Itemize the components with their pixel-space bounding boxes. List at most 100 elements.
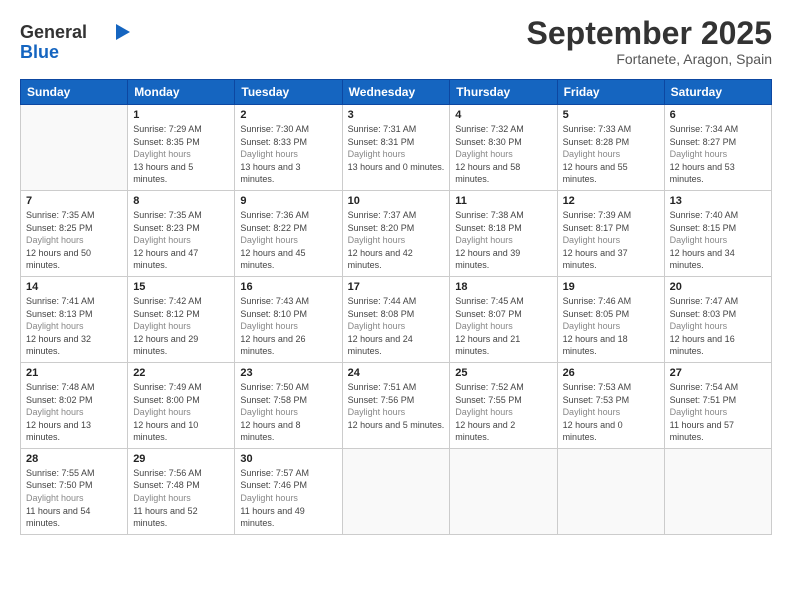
day-cell: 24Sunrise: 7:51 AMSunset: 7:56 PMDayligh… xyxy=(342,362,450,448)
day-info: Sunrise: 7:45 AMSunset: 8:07 PMDaylight … xyxy=(455,295,551,358)
day-cell: 6 Sunrise: 7:34 AMSunset: 8:27 PMDaylight… xyxy=(664,105,771,191)
day-number: 23 xyxy=(240,367,336,379)
day-number: 10 xyxy=(348,195,445,207)
day-cell: 12Sunrise: 7:39 AMSunset: 8:17 PMDayligh… xyxy=(557,190,664,276)
day-number: 21 xyxy=(26,367,122,379)
day-cell: 4Sunrise: 7:32 AMSunset: 8:30 PMDaylight… xyxy=(450,105,557,191)
day-cell: 5Sunrise: 7:33 AMSunset: 8:28 PMDaylight… xyxy=(557,105,664,191)
title-block: September 2025 Fortanete, Aragon, Spain xyxy=(527,16,772,67)
day-number: 9 xyxy=(240,195,336,207)
daylight-label: Daylight hours xyxy=(26,493,84,503)
weekday-thursday: Thursday xyxy=(450,80,557,105)
day-cell: 13Sunrise: 7:40 AMSunset: 8:15 PMDayligh… xyxy=(664,190,771,276)
day-cell: 22Sunrise: 7:49 AMSunset: 8:00 PMDayligh… xyxy=(128,362,235,448)
daylight-label: Daylight hours xyxy=(455,235,513,245)
weekday-friday: Friday xyxy=(557,80,664,105)
day-number: 16 xyxy=(240,281,336,293)
day-number: 30 xyxy=(240,453,336,465)
day-cell: 18 Sunrise: 7:45 AMSunset: 8:07 PMDayligh… xyxy=(450,276,557,362)
day-cell: 11Sunrise: 7:38 AMSunset: 8:18 PMDayligh… xyxy=(450,190,557,276)
day-cell: 28Sunrise: 7:55 AMSunset: 7:50 PMDayligh… xyxy=(21,448,128,534)
daylight-label: Daylight hours xyxy=(240,407,298,417)
daylight-label: Daylight hours xyxy=(563,407,621,417)
day-number: 25 xyxy=(455,367,551,379)
day-info: Sunrise: 7:43 AMSunset: 8:10 PMDaylight … xyxy=(240,295,336,358)
day-number: 20 xyxy=(670,281,766,293)
location: Fortanete, Aragon, Spain xyxy=(527,51,772,67)
day-info: Sunrise: 7:57 AMSunset: 7:46 PMDaylight … xyxy=(240,467,336,530)
day-cell: 1Sunrise: 7:29 AMSunset: 8:35 PMDaylight… xyxy=(128,105,235,191)
day-info: Sunrise: 7:31 AMSunset: 8:31 PMDaylight … xyxy=(348,123,445,173)
day-info: Sunrise: 7:49 AMSunset: 8:00 PMDaylight … xyxy=(133,381,229,444)
day-cell: 26Sunrise: 7:53 AMSunset: 7:53 PMDayligh… xyxy=(557,362,664,448)
day-info: Sunrise: 7:35 AMSunset: 8:23 PMDaylight … xyxy=(133,209,229,272)
daylight-label: Daylight hours xyxy=(133,493,191,503)
day-cell: 3Sunrise: 7:31 AMSunset: 8:31 PMDaylight… xyxy=(342,105,450,191)
daylight-label: Daylight hours xyxy=(563,235,621,245)
day-info: Sunrise: 7:54 AMSunset: 7:51 PMDaylight … xyxy=(670,381,766,444)
daylight-label: Daylight hours xyxy=(26,407,84,417)
day-number: 27 xyxy=(670,367,766,379)
week-row-5: 28Sunrise: 7:55 AMSunset: 7:50 PMDayligh… xyxy=(21,448,772,534)
day-cell: 9 Sunrise: 7:36 AMSunset: 8:22 PMDaylight… xyxy=(235,190,342,276)
header: General Blue September 2025 Fortanete, A… xyxy=(20,16,772,69)
day-number: 1 xyxy=(133,109,229,121)
week-row-4: 21 Sunrise: 7:48 AMSunset: 8:02 PMDayligh… xyxy=(21,362,772,448)
day-info: Sunrise: 7:46 AMSunset: 8:05 PMDaylight … xyxy=(563,295,659,358)
daylight-label: Daylight hours xyxy=(240,149,298,159)
day-number: 24 xyxy=(348,367,445,379)
day-number: 6 xyxy=(670,109,766,121)
day-cell: 29Sunrise: 7:56 AMSunset: 7:48 PMDayligh… xyxy=(128,448,235,534)
logo-svg: General Blue xyxy=(20,16,130,64)
day-info: Sunrise: 7:35 AMSunset: 8:25 PMDaylight … xyxy=(26,209,122,272)
logo: General Blue xyxy=(20,16,130,69)
daylight-label: Daylight hours xyxy=(133,235,191,245)
weekday-sunday: Sunday xyxy=(21,80,128,105)
day-number: 26 xyxy=(563,367,659,379)
daylight-label: Daylight hours xyxy=(455,407,513,417)
day-cell: 20Sunrise: 7:47 AMSunset: 8:03 PMDayligh… xyxy=(664,276,771,362)
day-info: Sunrise: 7:34 AMSunset: 8:27 PMDaylight … xyxy=(670,123,766,186)
day-number: 19 xyxy=(563,281,659,293)
svg-text:General: General xyxy=(20,22,87,42)
daylight-label: Daylight hours xyxy=(563,321,621,331)
daylight-label: Daylight hours xyxy=(670,149,728,159)
day-number: 28 xyxy=(26,453,122,465)
daylight-label: Daylight hours xyxy=(348,235,406,245)
svg-text:Blue: Blue xyxy=(20,42,59,62)
week-row-3: 14Sunrise: 7:41 AMSunset: 8:13 PMDayligh… xyxy=(21,276,772,362)
weekday-monday: Monday xyxy=(128,80,235,105)
day-cell: 21 Sunrise: 7:48 AMSunset: 8:02 PMDayligh… xyxy=(21,362,128,448)
day-number: 15 xyxy=(133,281,229,293)
daylight-label: Daylight hours xyxy=(455,149,513,159)
day-number: 7 xyxy=(26,195,122,207)
day-number: 18 xyxy=(455,281,551,293)
daylight-label: Daylight hours xyxy=(348,407,406,417)
week-row-2: 7 Sunrise: 7:35 AMSunset: 8:25 PMDaylight… xyxy=(21,190,772,276)
day-info: Sunrise: 7:41 AMSunset: 8:13 PMDaylight … xyxy=(26,295,122,358)
weekday-header-row: SundayMondayTuesdayWednesdayThursdayFrid… xyxy=(21,80,772,105)
daylight-label: Daylight hours xyxy=(670,235,728,245)
daylight-label: Daylight hours xyxy=(133,407,191,417)
weekday-wednesday: Wednesday xyxy=(342,80,450,105)
day-number: 12 xyxy=(563,195,659,207)
daylight-label: Daylight hours xyxy=(348,149,406,159)
page: General Blue September 2025 Fortanete, A… xyxy=(0,0,792,612)
day-cell xyxy=(21,105,128,191)
logo-text: General Blue xyxy=(20,16,130,69)
day-info: Sunrise: 7:33 AMSunset: 8:28 PMDaylight … xyxy=(563,123,659,186)
day-cell: 23Sunrise: 7:50 AMSunset: 7:58 PMDayligh… xyxy=(235,362,342,448)
day-info: Sunrise: 7:38 AMSunset: 8:18 PMDaylight … xyxy=(455,209,551,272)
day-info: Sunrise: 7:48 AMSunset: 8:02 PMDaylight … xyxy=(26,381,122,444)
day-info: Sunrise: 7:37 AMSunset: 8:20 PMDaylight … xyxy=(348,209,445,272)
day-info: Sunrise: 7:44 AMSunset: 8:08 PMDaylight … xyxy=(348,295,445,358)
day-info: Sunrise: 7:36 AMSunset: 8:22 PMDaylight … xyxy=(240,209,336,272)
daylight-label: Daylight hours xyxy=(670,321,728,331)
daylight-label: Daylight hours xyxy=(133,321,191,331)
day-cell xyxy=(342,448,450,534)
day-number: 8 xyxy=(133,195,229,207)
day-cell: 2Sunrise: 7:30 AMSunset: 8:33 PMDaylight… xyxy=(235,105,342,191)
day-cell: 15Sunrise: 7:42 AMSunset: 8:12 PMDayligh… xyxy=(128,276,235,362)
day-cell: 10 Sunrise: 7:37 AMSunset: 8:20 PMDayligh… xyxy=(342,190,450,276)
day-number: 29 xyxy=(133,453,229,465)
